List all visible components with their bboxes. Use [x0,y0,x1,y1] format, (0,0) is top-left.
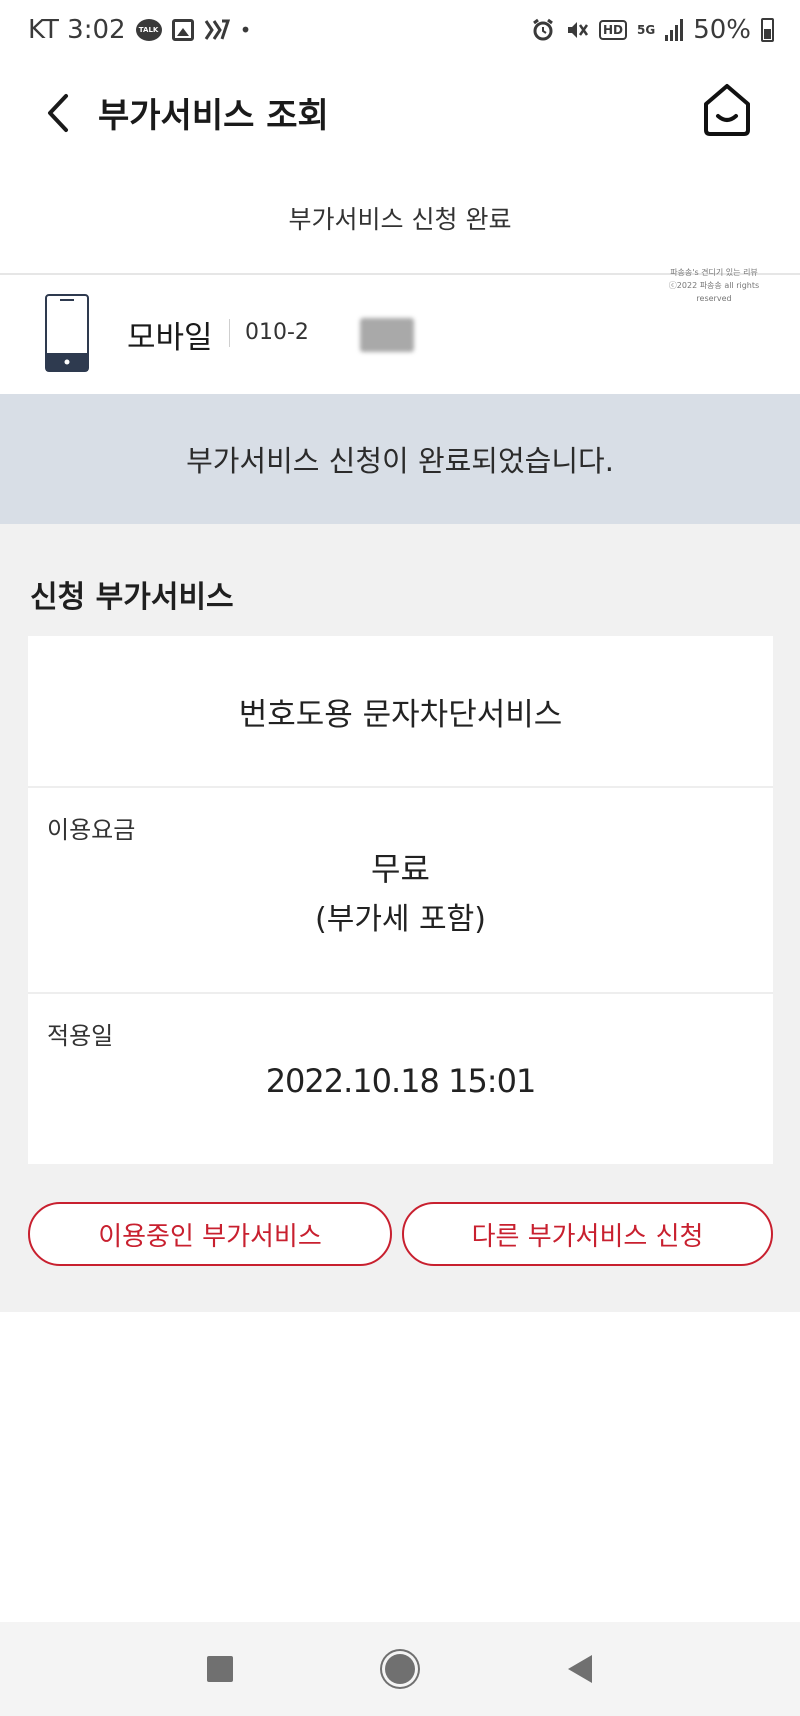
home-button[interactable] [700,82,754,140]
fee-note: (부가세 포함) [315,902,486,937]
fee-row: 이용요금 무료 (부가세 포함) [28,788,773,994]
redacted-number [360,318,414,352]
status-right: HD 5G 50% [531,15,774,45]
gallery-icon [171,19,194,41]
device-separator [229,319,230,347]
system-back-button[interactable] [560,1649,600,1689]
content-area: 신청 부가서비스 번호도용 문자차단서비스 이용요금 무료 (부가세 포함) 적… [0,524,800,1312]
in-use-services-button[interactable]: 이용중인 부가서비스 [28,1202,392,1266]
device-row: 모바일 010-2 [0,276,800,394]
square-icon [207,1656,233,1682]
service-card: 번호도용 문자차단서비스 이용요금 무료 (부가세 포함) 적용일 2022.1… [28,636,773,1164]
triangle-back-icon [568,1655,592,1683]
fee-label: 이용요금 [47,816,136,844]
mute-icon [565,18,589,42]
app-root: KT 3:02 TALK • HD 5G 50% 부가서비스 조회 부가서비스 … [0,0,800,1716]
page-subtitle: 부가서비스 신청 완료 [288,205,512,234]
section-title: 신청 부가서비스 [30,580,234,615]
battery-percent: 50% [693,15,751,45]
page-title: 부가서비스 조회 [98,96,329,136]
hd-voice-icon: HD [598,20,627,40]
service-name-row: 번호도용 문자차단서비스 [28,636,773,788]
system-home-button[interactable] [380,1649,420,1689]
battery-icon [761,18,774,42]
system-nav-bar [0,1622,800,1716]
circle-home-icon [385,1654,415,1684]
5g-network-icon: 5G [637,23,656,37]
status-left: KT 3:02 TALK • [28,15,251,45]
app-notification-icon [204,18,230,42]
home-icon [704,84,750,136]
kakaotalk-icon: TALK [135,19,162,41]
apply-date-value: 2022.10.18 15:01 [265,1062,537,1100]
signal-icon [665,19,684,41]
alarm-icon [531,18,555,42]
service-name: 번호도용 문자차단서비스 [238,696,563,733]
other-services-button[interactable]: 다른 부가서비스 신청 [402,1202,773,1266]
chevron-left-icon [48,94,68,132]
app-header: 부가서비스 조회 [0,60,800,164]
mobile-phone-icon [44,293,90,373]
device-type-label: 모바일 [127,320,213,356]
recent-apps-button[interactable] [200,1649,240,1689]
apply-date-label: 적용일 [47,1022,114,1050]
status-bar: KT 3:02 TALK • HD 5G 50% [0,0,800,60]
back-button[interactable] [40,90,76,136]
apply-date-row: 적용일 2022.10.18 15:01 [28,994,773,1164]
phone-number: 010-2 [245,320,309,345]
carrier-time: KT 3:02 [28,15,126,45]
completion-banner: 부가서비스 신청이 완료되었습니다. [0,394,800,524]
notification-dot: • [239,18,252,42]
fee-value: 무료 [371,850,430,888]
